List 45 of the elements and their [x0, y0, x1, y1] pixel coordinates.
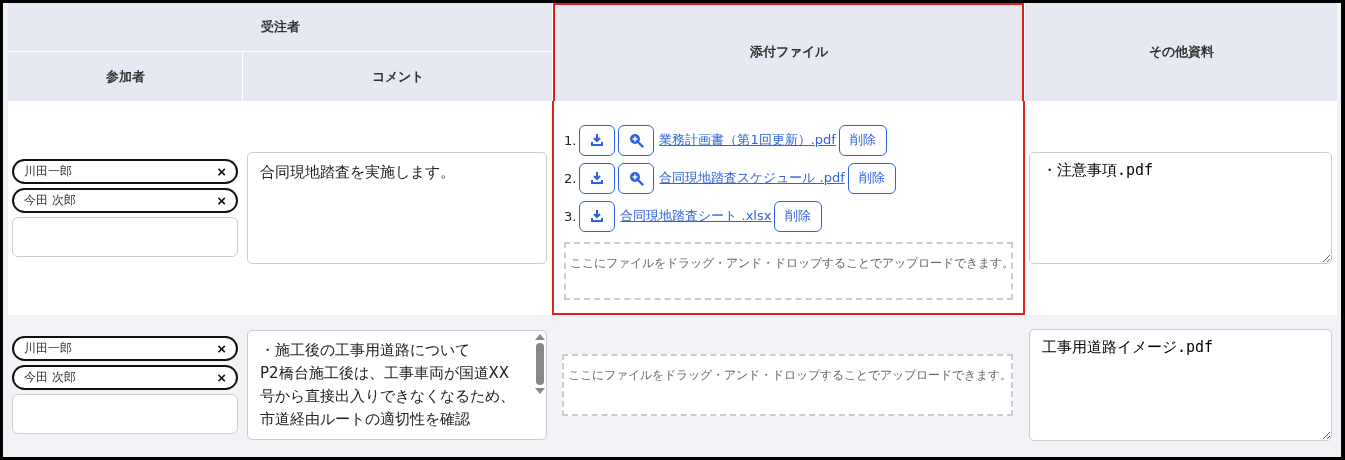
participant-name: 今田 次郎: [24, 192, 76, 209]
participant-name: 川田一郎: [24, 163, 72, 180]
remove-button[interactable]: ×: [217, 192, 226, 209]
participant-name: 今田 次郎: [24, 369, 76, 386]
file-link[interactable]: 合同現地踏査シート .xlsx: [620, 207, 772, 225]
download-icon: [590, 133, 605, 147]
download-button[interactable]: [579, 162, 616, 194]
other-materials-field[interactable]: 工事用道路イメージ.pdf: [1029, 329, 1332, 441]
column-header: 参加者: [8, 52, 243, 101]
file-link[interactable]: 合同現地踏査スケジュール .pdf: [659, 169, 845, 187]
download-icon: [590, 209, 605, 223]
drop-zone-hint: ここにファイルをドラッグ・アンド・ドロップすることでアップロードできます。: [568, 368, 1012, 382]
remove-button[interactable]: ×: [217, 163, 226, 180]
zoom-button[interactable]: [618, 162, 655, 194]
download-icon: [590, 171, 605, 185]
other-materials-field[interactable]: ・注意事項.pdf: [1029, 152, 1332, 264]
drop-zone-hint: ここにファイルをドラッグ・アンド・ドロップすることでアップロードできます。: [570, 255, 1014, 270]
file-number: 1.: [564, 132, 577, 148]
column-header: その他資料: [1025, 3, 1337, 101]
file-number: 2.: [564, 170, 577, 186]
comment-text: P2橋台施工後は、工事車両が国道XX号から直接出入りできなくなるため、市道経由ルートの適切性を確認: [260, 363, 516, 430]
delete-button[interactable]: 削除: [838, 124, 887, 156]
comment-field[interactable]: 合同現地踏査を実施します。: [247, 152, 547, 264]
drop-zone[interactable]: ここにファイルをドラッグ・アンド・ドロップすることでアップロードできます。: [564, 241, 1013, 300]
column-header: 受注者: [8, 3, 552, 52]
delete-button[interactable]: 削除: [774, 200, 823, 232]
delete-button[interactable]: 削除: [847, 162, 896, 194]
comment-text: ・施工後の工事用道路について: [260, 340, 471, 361]
drop-zone[interactable]: ここにファイルをドラッグ・アンド・ドロップすることでアップロードできます。: [562, 354, 1013, 416]
column-header: コメント: [243, 52, 552, 101]
download-button[interactable]: [579, 200, 616, 232]
comment-text: 合同現地踏査を実施します。: [260, 162, 456, 183]
participant-input[interactable]: [12, 394, 238, 434]
download-button[interactable]: [579, 124, 616, 156]
remove-button[interactable]: ×: [217, 369, 226, 386]
zoom-in-icon: [628, 170, 644, 186]
remove-button[interactable]: ×: [217, 340, 226, 357]
file-link[interactable]: 業務計画書（第1回更新）.pdf: [659, 131, 836, 149]
participant-input[interactable]: [12, 217, 238, 257]
participant-name: 川田一郎: [24, 340, 72, 357]
file-number: 3.: [564, 208, 577, 224]
column-header: 添付ファイル: [552, 3, 1025, 101]
comment-field[interactable]: ・施工後の工事用道路について P2橋台施工後は、工事車両が国道XX号から直接出入りできなくなるため、市道経由ルートの適切性を確認: [247, 330, 547, 440]
zoom-button[interactable]: [618, 124, 655, 156]
zoom-in-icon: [628, 132, 644, 148]
